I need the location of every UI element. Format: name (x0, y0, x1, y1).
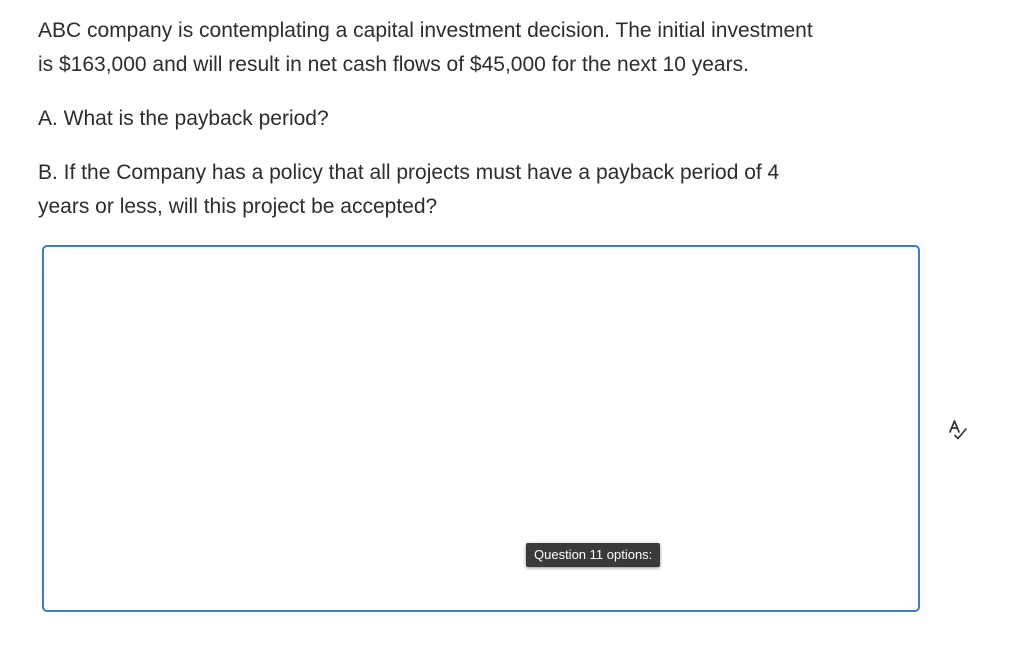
question-intro: ABC company is contemplating a capital i… (38, 14, 918, 82)
question-options-tooltip: Question 11 options: (526, 543, 661, 567)
question-prompt: ABC company is contemplating a capital i… (38, 14, 918, 224)
question-part-b-line-1: B. If the Company has a policy that all … (38, 161, 780, 184)
spellcheck-icon-graphic (949, 420, 967, 440)
question-intro-line-2: is $163,000 and will result in net cash … (38, 53, 749, 76)
question-part-b: B. If the Company has a policy that all … (38, 156, 918, 224)
spellcheck-icon[interactable] (946, 418, 970, 442)
question-part-a: A. What is the payback period? (38, 107, 329, 130)
answer-text-area[interactable] (42, 245, 920, 612)
question-intro-line-1: ABC company is contemplating a capital i… (38, 19, 813, 42)
question-part-b-line-2: years or less, will this project be acce… (38, 195, 438, 218)
